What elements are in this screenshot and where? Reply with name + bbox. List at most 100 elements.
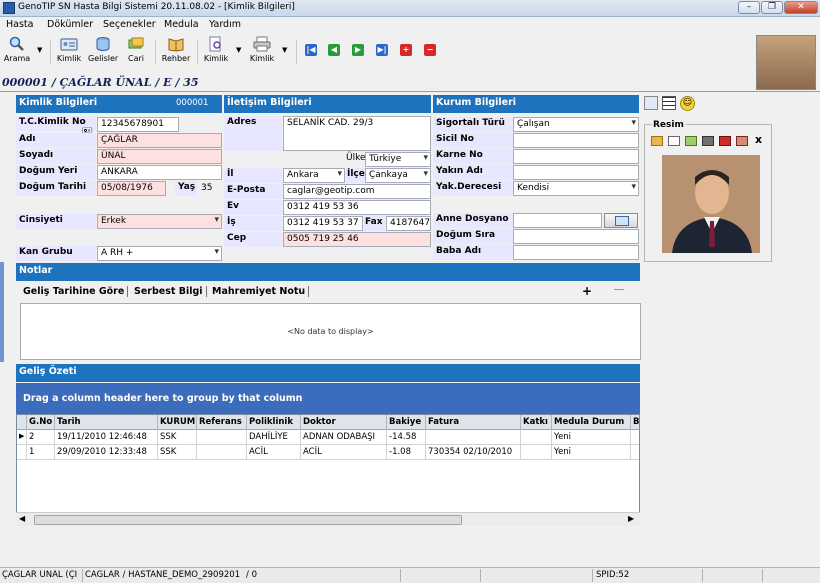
scroll-left-icon[interactable]: ◀: [19, 514, 25, 523]
horizontal-scrollbar[interactable]: ◀ ▶: [16, 512, 640, 526]
dogum-tarihi-input[interactable]: 05/08/1976: [97, 181, 166, 196]
toolbar-separator: [50, 40, 51, 64]
fax-input[interactable]: 4187647: [386, 216, 431, 231]
gelisler-button[interactable]: Gelisler: [88, 36, 118, 68]
anne-lookup-button[interactable]: [604, 213, 638, 228]
sigorta-select[interactable]: Çalışan: [513, 117, 639, 132]
dogum-sira-input[interactable]: [513, 229, 639, 244]
col-referans[interactable]: Referans: [197, 415, 247, 430]
kimlik-print-dropdown-icon[interactable]: ▼: [282, 46, 287, 54]
ev-input[interactable]: 0312 419 53 36: [283, 200, 431, 215]
col-b[interactable]: B: [631, 415, 639, 430]
delete-record-icon[interactable]: −: [424, 44, 436, 56]
yak-derece-select[interactable]: Kendisi: [513, 181, 639, 196]
col-gno[interactable]: G.No: [27, 415, 55, 430]
cell-kurum: SSK: [158, 445, 197, 460]
first-record-icon[interactable]: |◀: [305, 44, 317, 56]
yas-value: 35: [201, 183, 213, 193]
status-info: CAGLAR / HASTANE_DEMO_2909201: [85, 570, 241, 580]
rehber-button[interactable]: Rehber: [160, 36, 192, 68]
col-tarih[interactable]: Tarih: [55, 415, 158, 430]
group-by-panel[interactable]: Drag a column header here to group by th…: [16, 383, 640, 414]
kimlik-report-button[interactable]: Kimlik: [202, 36, 230, 68]
last-record-icon[interactable]: ▶|: [376, 44, 388, 56]
notes-content[interactable]: <No data to display>: [20, 303, 641, 360]
kan-label: Kan Grubu: [16, 246, 96, 261]
anne-dosyano-input[interactable]: [513, 213, 602, 228]
kimlik-button[interactable]: Kimlik: [56, 36, 82, 68]
patient-portrait: [662, 155, 760, 253]
col-kurum[interactable]: KURUM: [158, 415, 197, 430]
arama-button[interactable]: Arama: [2, 36, 32, 68]
dogum-yeri-input[interactable]: ANKARA: [97, 165, 222, 180]
karne-input[interactable]: [513, 149, 639, 164]
col-medula-durum[interactable]: Medula Durum: [552, 415, 631, 430]
collapsed-side-panel[interactable]: [0, 262, 4, 362]
add-note-button[interactable]: +: [582, 284, 592, 298]
calendar-icon[interactable]: [662, 96, 676, 110]
row-indicator-header: [17, 415, 27, 430]
tab-gelis-tarihine-gore[interactable]: Geliş Tarihine Göre: [20, 286, 129, 297]
next-record-icon[interactable]: ▶: [352, 44, 364, 56]
adi-input[interactable]: ÇAĞLAR: [97, 133, 222, 148]
kan-select[interactable]: A RH +: [97, 246, 222, 261]
col-doktor[interactable]: Doktor: [301, 415, 387, 430]
cell-fatura: 730354 02/10/2010: [426, 445, 521, 460]
ulke-select[interactable]: Türkiye: [365, 152, 431, 167]
menu-hasta[interactable]: Hasta: [6, 19, 33, 30]
cinsiyet-select[interactable]: Erkek: [97, 214, 222, 229]
menu-medula[interactable]: Medula: [164, 19, 199, 30]
smiley-icon[interactable]: ☺: [680, 96, 695, 111]
soyadi-input[interactable]: ÜNAL: [97, 149, 222, 164]
tab-serbest-bilgi[interactable]: Serbest Bilgi: [131, 286, 207, 297]
minimize-button[interactable]: –: [738, 1, 760, 14]
ilce-select[interactable]: Çankaya: [365, 168, 431, 183]
scroll-right-icon[interactable]: ▶: [628, 514, 634, 523]
sicil-input[interactable]: [513, 133, 639, 148]
close-photo-icon[interactable]: x: [755, 133, 762, 146]
col-katki[interactable]: Katkı: [521, 415, 552, 430]
open-folder-icon[interactable]: [651, 136, 663, 146]
eposta-input[interactable]: caglar@geotip.com: [283, 184, 431, 199]
dogum-sira-label: Doğum Sıra: [433, 229, 513, 244]
cari-button[interactable]: Cari: [124, 36, 148, 68]
scrollbar-thumb[interactable]: [34, 515, 462, 525]
col-fatura[interactable]: Fatura: [426, 415, 521, 430]
no-data-message: <No data to display>: [287, 327, 374, 336]
notlar-section-header: Notlar: [16, 263, 640, 281]
kimlik-report-dropdown-icon[interactable]: ▼: [236, 46, 241, 54]
kimlik-print-button[interactable]: Kimlik: [248, 36, 276, 68]
maximize-button[interactable]: ❐: [761, 1, 783, 14]
row-indicator-icon: ▶: [17, 430, 27, 445]
tab-mahremiyet-notu[interactable]: Mahremiyet Notu: [209, 286, 310, 297]
menu-yardim[interactable]: Yardım: [209, 19, 241, 30]
menu-secenekler[interactable]: Seçenekler: [103, 19, 156, 30]
tc-input[interactable]: 12345678901: [97, 117, 179, 132]
cep-label: Cep: [224, 232, 282, 247]
yakin-input[interactable]: [513, 165, 639, 180]
menu-dokumler[interactable]: Dökümler: [47, 19, 93, 30]
adres-input[interactable]: SELANİK CAD. 29/3: [283, 116, 431, 151]
table-row[interactable]: ▶ 2 19/11/2010 12:46:48 SSK DAHİLİYE ADN…: [17, 430, 639, 445]
camera-icon[interactable]: [702, 136, 714, 146]
add-record-icon[interactable]: +: [400, 44, 412, 56]
arama-dropdown-icon[interactable]: ▼: [37, 46, 42, 54]
il-select[interactable]: Ankara: [283, 168, 345, 183]
paste-icon[interactable]: [685, 136, 697, 146]
col-bakiye[interactable]: Bakiye: [387, 415, 426, 430]
previous-record-icon[interactable]: ◀: [328, 44, 340, 56]
baba-input[interactable]: [513, 245, 639, 260]
refresh-icon[interactable]: [644, 96, 658, 110]
scanner-icon[interactable]: [719, 136, 731, 146]
copy-icon[interactable]: [668, 136, 680, 146]
is-input[interactable]: 0312 419 53 37: [283, 216, 363, 231]
remove-note-button[interactable]: [614, 289, 624, 290]
col-poliklinik[interactable]: Poliklinik: [247, 415, 301, 430]
status-divider: [480, 569, 481, 582]
cell-poliklinik: DAHİLİYE: [247, 430, 301, 445]
cep-input[interactable]: 0505 719 25 46: [283, 232, 431, 247]
table-row[interactable]: 1 29/09/2010 12:33:48 SSK ACİL ACİL -1.0…: [17, 445, 639, 460]
resim-label: Resim: [651, 120, 686, 130]
close-button[interactable]: ✕: [784, 1, 818, 14]
delete-photo-icon[interactable]: [736, 136, 748, 146]
